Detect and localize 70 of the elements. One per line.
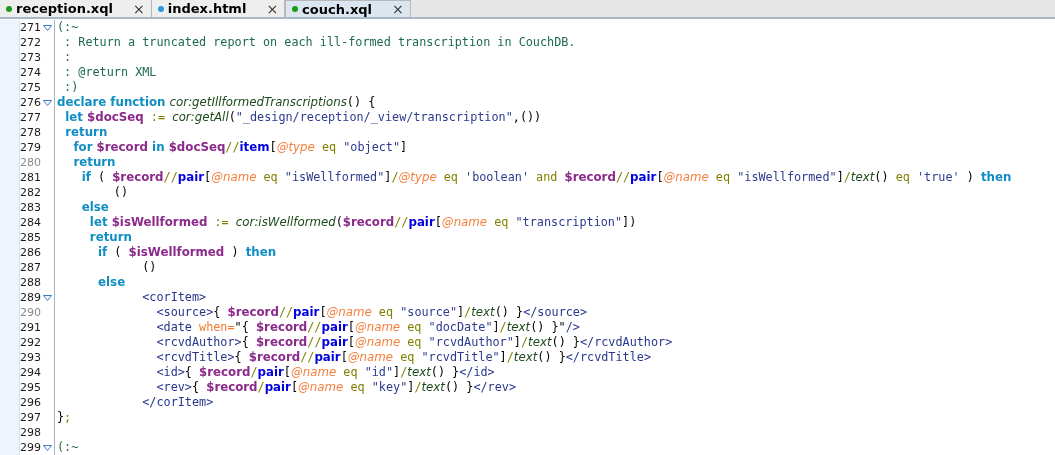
line-number: 297: [20, 412, 41, 423]
code-line: :: [63, 50, 72, 65]
collapse-icon[interactable]: [42, 24, 52, 31]
file-tab[interactable]: couch.xql ×: [285, 0, 411, 17]
close-button[interactable]: ×: [266, 1, 279, 16]
line-number: 298: [20, 427, 41, 438]
code-line: <source>{ $record//pair[@name eq "source"]/text() }</source>: [155, 305, 588, 320]
code-line: </corItem>: [141, 395, 214, 410]
line-number: 279: [20, 142, 41, 153]
file-tab[interactable]: reception.xql ×: [0, 0, 152, 17]
line-number: 288: [20, 277, 41, 288]
code-line: else: [97, 275, 126, 290]
code-line: if ( $isWellformed ) then: [97, 245, 277, 260]
line-number: 283: [20, 202, 41, 213]
line-number: 281: [20, 172, 41, 183]
code-line: return: [88, 230, 132, 245]
code-line: <rcvdTitle>{ $record//pair[@name eq "rcvdTitle"]/text() }</rcvdTitle>: [155, 350, 651, 365]
line-number: 291: [20, 322, 41, 333]
tab-label: index.html: [167, 2, 247, 15]
code-line: if ( $record//pair[@name eq "isWellformed"]/@type eq 'boolean' and $record//pair[@name eq "isWellformed"]/text() eq 'true' ) then: [80, 170, 1012, 185]
collapse-icon[interactable]: [42, 444, 52, 451]
line-number: 285: [20, 232, 41, 243]
code-line: :): [63, 80, 79, 95]
line-number: 284: [20, 217, 41, 228]
line-number: 296: [20, 397, 41, 408]
code-line: let $isWellformed := cor:isWellformed($record//pair[@name eq "transcription"]): [88, 215, 637, 230]
code-line: <rcvdAuthor>{ $record//pair[@name eq "rcvdAuthor"]/text() }</rcvdAuthor>: [155, 335, 673, 350]
code-line: let $docSeq := cor:getAll("_design/reception/_view/transcription",()): [64, 110, 542, 125]
line-number: 290: [20, 307, 41, 318]
close-button[interactable]: ×: [392, 2, 404, 16]
code-line: return: [72, 155, 116, 170]
code-line: };: [57, 410, 72, 425]
code-line: : Return a truncated report on each ill-formed transcription in CouchDB.: [63, 35, 576, 50]
line-number: 294: [20, 367, 41, 378]
code-line: else: [80, 200, 109, 215]
code-line: (): [112, 185, 129, 200]
line-number: 278: [20, 127, 41, 138]
code-line: <corItem>: [141, 290, 207, 305]
line-number: 274: [20, 67, 41, 78]
code-line: for $record in $docSeq//item[@type eq "object"]: [72, 140, 408, 155]
line-number: 286: [20, 247, 41, 258]
code-line: : @return XML: [63, 65, 157, 80]
line-number: 289: [20, 292, 41, 303]
line-number: 276: [20, 97, 41, 108]
line-number: 272: [20, 37, 41, 48]
line-number: 275: [20, 82, 41, 93]
code-line: <id>{ $record/pair[@name eq "id"]/text() }</id>: [155, 365, 495, 380]
collapse-icon[interactable]: [42, 294, 52, 301]
close-button[interactable]: ×: [133, 1, 145, 16]
line-number: 299: [20, 442, 41, 453]
line-number: 271: [20, 22, 41, 33]
line-number: 273: [20, 52, 41, 63]
code-line: return: [64, 125, 108, 140]
tab-label: reception.xql: [16, 2, 113, 15]
line-number: 287: [20, 262, 41, 273]
code-line: (:~: [57, 440, 79, 455]
line-number: 295: [20, 382, 41, 393]
code-line: <date when="{ $record//pair[@name eq "docDate"]/text() }"/>: [155, 320, 580, 335]
line-number: 282: [20, 187, 41, 198]
code-line: <rev>{ $record/pair[@name eq "key"]/text() }</rev>: [155, 380, 517, 395]
file-tab[interactable]: index.html ×: [151, 0, 286, 17]
tab-label: couch.xql: [302, 2, 373, 16]
code-line: declare function cor:getIllformedTranscriptions() {: [57, 95, 376, 110]
line-number: 277: [20, 112, 41, 123]
code-line: (): [141, 260, 157, 275]
line-number: 292: [20, 337, 41, 348]
code-line: (:~: [57, 20, 79, 35]
collapse-icon[interactable]: [42, 99, 52, 106]
line-number: 280: [20, 157, 41, 168]
line-number: 293: [20, 352, 41, 363]
